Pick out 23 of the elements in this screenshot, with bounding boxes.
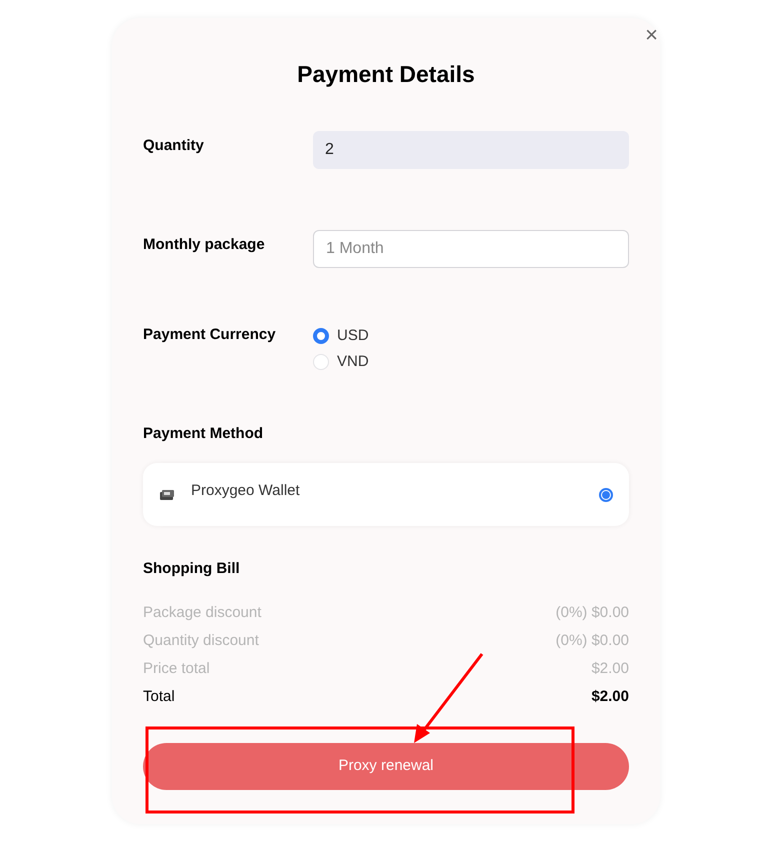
input-field[interactable]: 2 <box>313 131 629 169</box>
section-heading: Shopping Bill <box>143 559 241 579</box>
wallet-icon <box>159 488 175 500</box>
bill-amount: (0%) $0.00 <box>556 602 629 623</box>
radio-label: USD <box>337 326 369 346</box>
bill-amount: (0%) $0.00 <box>556 630 629 651</box>
option-label: Proxygeo Wallet <box>191 480 301 501</box>
select-field[interactable]: 1 Month <box>313 230 629 268</box>
bill-label: Total <box>143 686 175 707</box>
dialog-title: Payment Details <box>296 60 476 89</box>
radio-button[interactable] <box>599 488 613 502</box>
bill-amount: $2.00 <box>591 686 629 707</box>
payment-option-card[interactable]: Proxygeo Wallet <box>143 463 629 526</box>
bill-amount: $2.00 <box>591 658 629 679</box>
close-button[interactable]: × <box>645 24 658 46</box>
field-label: Payment Currency <box>143 325 277 345</box>
section-heading: Payment Method <box>143 424 264 444</box>
field-label: Quantity <box>143 136 205 156</box>
bill-label: Quantity discount <box>143 630 259 651</box>
bill-label: Price total <box>143 658 210 679</box>
radio-label: VND <box>337 352 369 372</box>
field-label: Monthly package <box>143 235 266 255</box>
bill-label: Package discount <box>143 602 262 623</box>
